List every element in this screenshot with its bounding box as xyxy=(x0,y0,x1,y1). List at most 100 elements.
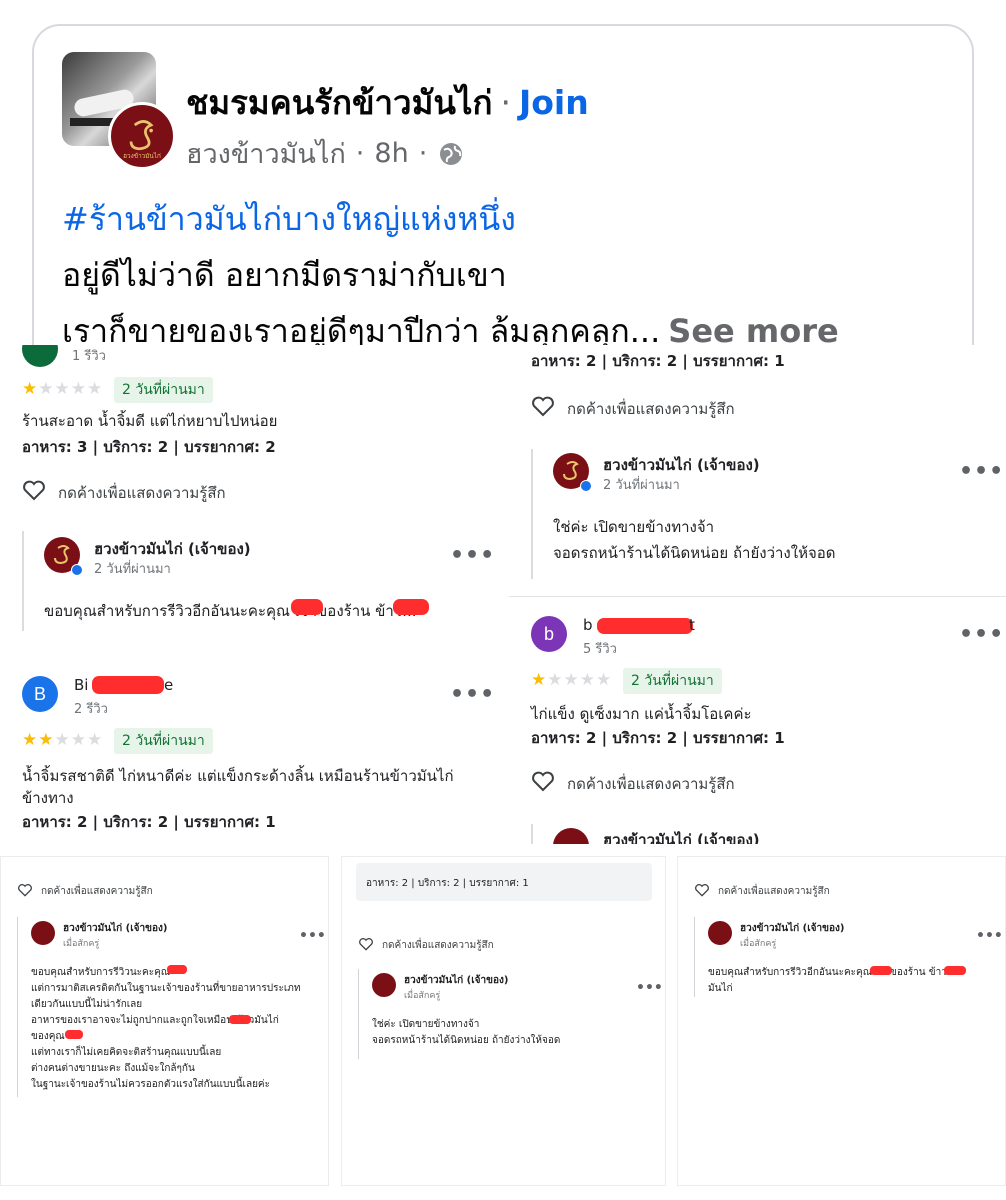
reply-date: เมื่อสักครู่ xyxy=(404,991,441,1001)
redaction-mark xyxy=(870,966,892,975)
heart-icon[interactable] xyxy=(694,883,710,897)
separator: · xyxy=(500,83,511,122)
user-avatar[interactable]: b xyxy=(531,616,567,652)
review-scores: อาหาร: 2 | บริการ: 2 | บรรยากาศ: 1 xyxy=(22,813,276,831)
review-date-tag: 2 วันที่ผ่านมา xyxy=(114,728,213,754)
redaction-mark xyxy=(65,1030,83,1039)
react-button[interactable]: กดค้างเพื่อแสดงความรู้สึก xyxy=(567,397,735,421)
redaction-mark xyxy=(597,618,693,634)
review-screenshot-5: กดค้างเพื่อแสดงความรู้สึก ฮวงข้าวมันไก่ … xyxy=(0,856,329,1186)
review-scores: อาหาร: 2 | บริการ: 2 | บรรยากาศ: 1 xyxy=(531,352,785,370)
more-options-icon[interactable]: ••• xyxy=(636,981,663,995)
meta-dot: · xyxy=(355,138,365,169)
review-scores: อาหาร: 3 | บริการ: 2 | บรรยากาศ: 2 xyxy=(22,438,276,456)
post-time[interactable]: 8h xyxy=(374,138,408,169)
owner-avatar xyxy=(372,973,396,997)
page-logo: ฮวงข้าวมันไก่ xyxy=(108,102,176,170)
review-screenshot-1: 1 รีวิว ★★★★★ 2 วันที่ผ่านมา ร้านสะอาด น… xyxy=(0,345,497,648)
user-avatar[interactable]: B xyxy=(22,676,58,712)
more-options-icon[interactable]: ••• xyxy=(959,461,1004,483)
review-screenshot-7: กดค้างเพื่อแสดงความรู้สึก ฮวงข้าวมันไก่ … xyxy=(677,856,1006,1186)
review-scores: อาหาร: 2 | บริการ: 2 | บรรยากาศ: 1 xyxy=(531,729,785,747)
react-button[interactable]: กดค้างเพื่อแสดงความรู้สึก xyxy=(567,772,735,796)
rating-stars: ★★★★★ xyxy=(531,670,613,690)
react-button[interactable]: กดค้างเพื่อแสดงความรู้สึก xyxy=(382,938,494,953)
reply-bar xyxy=(358,969,359,1059)
owner-avatar xyxy=(708,921,732,945)
review-count: 2 รีวิว xyxy=(74,702,108,717)
owner-name: ฮวงข้าวมันไก่ (เจ้าของ) xyxy=(740,923,845,934)
owner-avatar xyxy=(553,828,589,844)
redaction-mark xyxy=(944,966,966,975)
owner-reply-text: แต่การมาติสเครดิตกันในฐานะเจ้าของร้านที่… xyxy=(31,983,301,994)
more-options-icon[interactable]: ••• xyxy=(299,929,326,943)
verified-badge-icon xyxy=(71,564,83,576)
join-button[interactable]: Join xyxy=(519,83,589,122)
reviewer-name-start[interactable]: b xyxy=(583,616,593,634)
reply-bar xyxy=(22,531,24,631)
rating-stars: ★★★★★ xyxy=(22,730,104,750)
review-text: ร้านสะอาด น้ำจิ้มดี แต่ไก่หยาบไปหน่อย xyxy=(22,412,278,430)
review-text: น้ำจิ้มรสชาติดี ไก่หนาดีค่ะ แต่แข็งกระด้… xyxy=(22,767,454,785)
reviewer-name-end: t xyxy=(689,616,695,634)
verified-badge-icon xyxy=(580,480,592,492)
reply-date: 2 วันที่ผ่านมา xyxy=(603,478,680,493)
review-count: 1 รีวิว xyxy=(72,349,106,364)
review-screenshot-4: b b t 5 รีวิว ••• ★★★★★ 2 วันที่ผ่านมา ไ… xyxy=(509,598,1006,844)
redaction-mark xyxy=(167,965,187,974)
owner-reply-text: มันไก่ xyxy=(708,983,733,994)
owner-reply-text: ของคุณ xyxy=(31,1031,65,1042)
heart-icon[interactable] xyxy=(22,479,46,501)
review-text: ไก่แข็ง ดูเซ็งมาก แค่น้ำจิ้มโอเคค่ะ xyxy=(531,705,752,723)
star-icon: ★★ xyxy=(22,730,55,750)
heart-icon[interactable] xyxy=(17,883,33,897)
owner-reply-text: ใช่ค่ะ เปิดขายข้างทางจ้า xyxy=(553,518,715,536)
review-screenshot-3: อาหาร: 2 | บริการ: 2 | บรรยากาศ: 1 กดค้า… xyxy=(509,345,1006,597)
react-button[interactable]: กดค้างเพื่อแสดงความรู้สึก xyxy=(718,884,830,899)
react-button[interactable]: กดค้างเพื่อแสดงความรู้สึก xyxy=(41,884,153,899)
owner-reply-text: จอดรถหน้าร้านได้นิดหน่อย ถ้ายังว่างให้จอ… xyxy=(372,1035,561,1046)
reply-date: 2 วันที่ผ่านมา xyxy=(94,562,171,577)
review-screenshot-2: B Bi e 2 รีวิว ••• ★★★★★ 2 วันที่ผ่านมา … xyxy=(0,656,497,844)
rating-stars: ★★★★★ xyxy=(22,379,104,399)
star-icon: ★ xyxy=(22,379,39,399)
reply-bar xyxy=(531,449,533,579)
author-name[interactable]: ฮวงข้าวมันไก่ xyxy=(186,132,346,175)
star-icon: ★ xyxy=(531,670,548,690)
review-scores: อาหาร: 2 | บริการ: 2 | บรรยากาศ: 1 xyxy=(366,878,529,889)
more-options-icon[interactable]: ••• xyxy=(976,929,1003,943)
user-avatar xyxy=(22,345,58,367)
owner-reply-text: ขอบคุณสำหรับการรีวิวอีกอันนะคะคุณ เจ้าขอ… xyxy=(44,602,417,620)
more-options-icon[interactable]: ••• xyxy=(959,624,1004,646)
post-card: ฮวงข้าวมันไก่ ชมรมคนรักข้าวมันไก่ · Join ฮ… xyxy=(32,24,974,384)
reply-bar xyxy=(694,917,695,997)
reply-bar xyxy=(17,917,18,1097)
react-button[interactable]: กดค้างเพื่อแสดงความรู้สึก xyxy=(58,481,226,505)
heart-icon[interactable] xyxy=(531,395,555,417)
divider xyxy=(509,596,1006,597)
review-date-tag: 2 วันที่ผ่านมา xyxy=(623,668,722,694)
owner-name: ฮวงข้าวมันไก่ (เจ้าของ) xyxy=(63,923,168,934)
redaction-mark xyxy=(393,599,429,615)
reply-date: เมื่อสักครู่ xyxy=(63,939,100,949)
heart-icon[interactable] xyxy=(531,770,555,792)
owner-reply-text: ในฐานะเจ้าของร้านไม่ควรออกตัวแรงใส่กันแบ… xyxy=(31,1079,270,1090)
meta-dot: · xyxy=(418,138,428,169)
redaction-mark xyxy=(229,1015,251,1024)
hashtag-link[interactable]: #ร้านข้าวมันไก่บางใหญ่แห่งหนึ่ง xyxy=(62,194,516,245)
owner-reply-text: จอดรถหน้าร้านได้นิดหน่อย ถ้ายังว่างให้จอ… xyxy=(553,544,836,562)
post-text-line: อยู่ดีไม่ว่าดี อยากมีดราม่ากับเขา xyxy=(62,256,507,294)
group-avatar[interactable]: ฮวงข้าวมันไก่ xyxy=(62,52,176,170)
group-name-link[interactable]: ชมรมคนรักข้าวมันไก่ xyxy=(186,83,492,122)
reviewer-name-start[interactable]: Bi xyxy=(74,676,88,694)
review-screenshot-6: อาหาร: 2 | บริการ: 2 | บรรยากาศ: 1 กดค้า… xyxy=(341,856,666,1186)
more-options-icon[interactable]: ••• xyxy=(450,684,495,706)
redaction-mark xyxy=(291,599,323,615)
reply-date: เมื่อสักครู่ xyxy=(740,939,777,949)
heart-icon[interactable] xyxy=(358,937,374,951)
more-options-icon[interactable]: ••• xyxy=(450,545,495,567)
review-date-tag: 2 วันที่ผ่านมา xyxy=(114,377,213,403)
reviewer-name-end: e xyxy=(164,676,174,694)
reply-bar xyxy=(531,824,533,844)
owner-reply-text: ต่างคนต่างขายนะคะ ถึงแม้จะใกล้ๆกัน xyxy=(31,1063,195,1074)
